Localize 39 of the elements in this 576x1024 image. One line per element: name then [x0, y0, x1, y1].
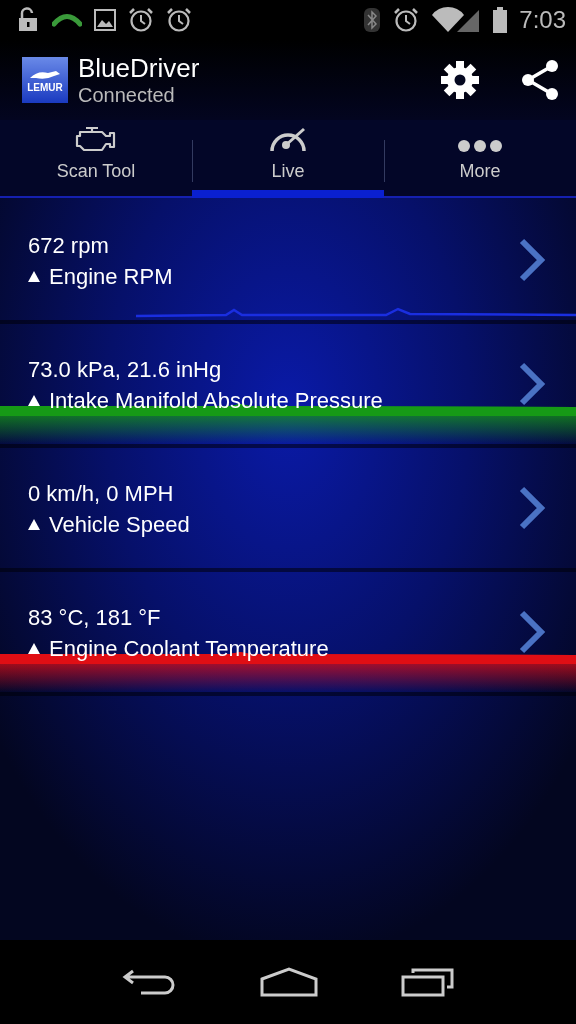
app-title: BlueDriver: [78, 53, 201, 84]
unlocked-padlock-icon: [18, 7, 40, 33]
phone-handset-icon: [52, 13, 82, 27]
home-icon[interactable]: [259, 967, 319, 997]
engine-icon: [74, 125, 118, 153]
logo-text: LEMUR: [27, 81, 63, 93]
triangle-icon: [28, 643, 40, 654]
triangle-icon: [28, 519, 40, 530]
reading-value: 672 rpm: [28, 232, 110, 260]
reading-value: 0 km/h, 0 MPH: [28, 480, 175, 508]
alarm-clock-icon: [128, 7, 154, 33]
tab[interactable]: More: [384, 120, 576, 198]
connection-status: Connected: [78, 84, 176, 107]
image-icon: [94, 9, 116, 31]
alarm-clock-icon: [393, 7, 420, 33]
chevron-right-icon[interactable]: [518, 238, 546, 282]
tab[interactable]: Live: [192, 120, 384, 198]
recent-apps-icon[interactable]: [401, 967, 455, 997]
status-time: 7:03: [519, 6, 566, 34]
wifi-signal-icon: [431, 7, 482, 33]
share-icon[interactable]: [520, 59, 560, 101]
battery-icon: [493, 7, 508, 33]
reading-name: Engine RPM: [49, 263, 173, 291]
reading-value: 73.0 kPa, 21.6 inHg: [28, 356, 223, 384]
chevron-right-icon[interactable]: [518, 610, 546, 654]
bluetooth-icon: [363, 7, 382, 33]
back-icon[interactable]: [121, 967, 177, 997]
reading-row[interactable]: 0 km/h, 0 MPH Vehicle Speed: [0, 448, 576, 572]
more-dots-icon: [457, 139, 503, 153]
reading-row[interactable]: 672 rpm Engine RPM: [0, 200, 576, 324]
reading-value: 83 °C, 181 °F: [28, 604, 162, 632]
reading-name: Vehicle Speed: [49, 511, 190, 539]
alarm-clock-icon: [166, 7, 192, 33]
tab[interactable]: Scan Tool: [0, 120, 192, 198]
chevron-right-icon[interactable]: [518, 486, 546, 530]
triangle-icon: [28, 395, 40, 406]
settings-icon[interactable]: [440, 60, 480, 100]
triangle-icon: [28, 271, 40, 282]
chevron-right-icon[interactable]: [518, 362, 546, 406]
